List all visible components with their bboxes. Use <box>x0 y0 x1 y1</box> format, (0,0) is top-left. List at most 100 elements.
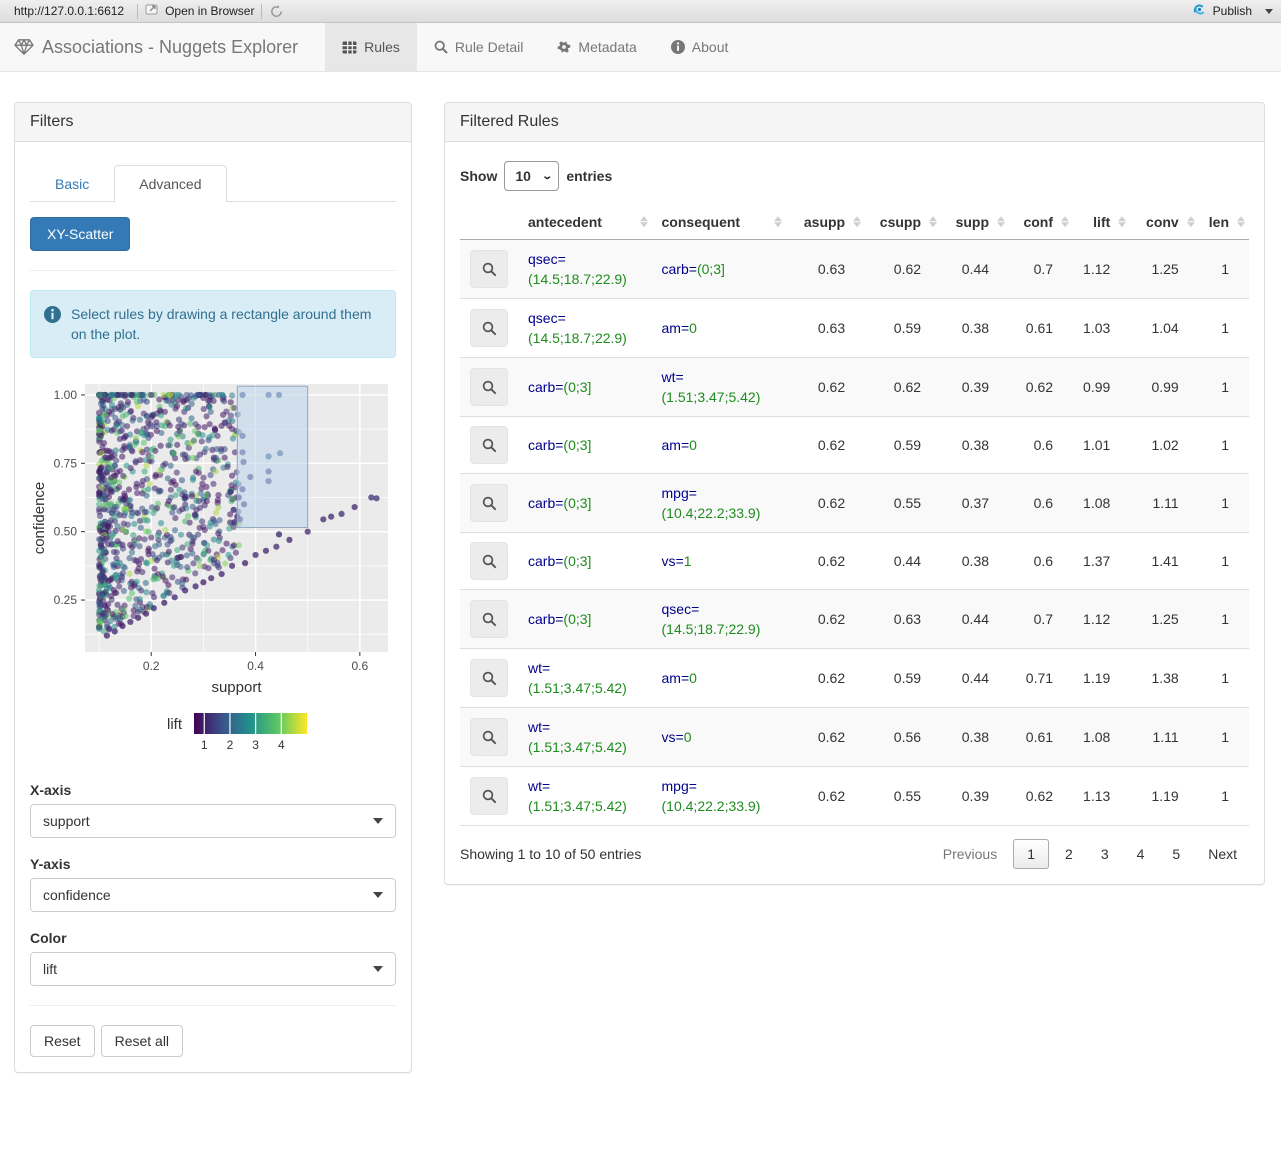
inspect-rule-button[interactable] <box>470 484 508 522</box>
tab-basic[interactable]: Basic <box>30 165 114 202</box>
supp-cell: 0.37 <box>941 473 1010 533</box>
page-button-3[interactable]: 3 <box>1089 840 1121 868</box>
conf-cell: 0.61 <box>1009 707 1074 767</box>
xy-scatter-button[interactable]: XY-Scatter <box>30 217 131 251</box>
svg-text:3: 3 <box>252 738 259 752</box>
table-row[interactable]: qsec=(14.5;18.7;22.9) am=0 0.63 0.59 0.3… <box>460 298 1249 358</box>
inspect-rule-button[interactable] <box>470 542 508 580</box>
xaxis-select[interactable]: support <box>30 804 396 838</box>
table-row[interactable]: wt=(1.51;3.47;5.42) am=0 0.62 0.59 0.44 … <box>460 648 1249 708</box>
inspect-rule-button[interactable] <box>470 309 508 347</box>
consequent-cell[interactable]: mpg=(10.4;22.2;33.9) <box>651 473 786 533</box>
table-row[interactable]: qsec=(14.5;18.7;22.9) carb=(0;3] 0.63 0.… <box>460 239 1249 299</box>
inspect-rule-button[interactable] <box>470 777 508 815</box>
search-icon <box>482 554 496 568</box>
antecedent-cell[interactable]: qsec=(14.5;18.7;22.9) <box>518 298 652 358</box>
lift-cell: 1.03 <box>1073 298 1131 358</box>
page-button-5[interactable]: 5 <box>1160 840 1192 868</box>
page-length-control: Show 10 ⌄ entries <box>460 161 1249 191</box>
antecedent-cell[interactable]: carb=(0;3] <box>518 473 652 533</box>
svg-text:1: 1 <box>201 738 208 752</box>
header-conv[interactable]: conv <box>1130 205 1199 240</box>
antecedent-cell[interactable]: carb=(0;3] <box>518 532 652 590</box>
color-select[interactable]: lift <box>30 952 396 986</box>
lift-cell: 1.01 <box>1073 416 1131 474</box>
table-row[interactable]: wt=(1.51;3.47;5.42) vs=0 0.62 0.56 0.38 … <box>460 707 1249 767</box>
antecedent-cell[interactable]: wt=(1.51;3.47;5.42) <box>518 707 652 767</box>
consequent-cell[interactable]: mpg=(10.4;22.2;33.9) <box>651 766 786 826</box>
antecedent-cell[interactable]: carb=(0;3] <box>518 589 652 649</box>
refresh-icon[interactable] <box>269 4 284 19</box>
csupp-cell: 0.62 <box>865 357 942 417</box>
header-len[interactable]: len <box>1198 205 1249 240</box>
inspect-rule-button[interactable] <box>470 368 508 406</box>
yaxis-group: Y-axis confidence <box>30 856 396 912</box>
tab-rule-detail[interactable]: Rule Detail <box>417 23 540 71</box>
header-inspect <box>460 205 518 240</box>
antecedent-cell[interactable]: qsec=(14.5;18.7;22.9) <box>518 239 652 299</box>
consequent-cell[interactable]: vs=1 <box>651 532 786 590</box>
consequent-cell[interactable]: wt=(1.51;3.47;5.42) <box>651 357 786 417</box>
reset-button[interactable]: Reset <box>30 1025 95 1057</box>
table-row[interactable]: carb=(0;3] vs=1 0.62 0.44 0.38 0.6 1.37 … <box>460 532 1249 590</box>
scatter-plot-canvas[interactable]: 0.2 0.4 0.6 0.25 0.50 0.75 1.00 support confiden… <box>30 378 394 700</box>
supp-cell: 0.44 <box>941 589 1010 649</box>
header-csupp[interactable]: csupp <box>865 205 942 240</box>
previous-page-button[interactable]: Previous <box>931 840 1009 868</box>
tab-rules[interactable]: Rules <box>325 23 417 71</box>
inspect-rule-button[interactable] <box>470 250 508 288</box>
tab-metadata[interactable]: Metadata <box>540 23 653 71</box>
table-row[interactable]: carb=(0;3] qsec=(14.5;18.7;22.9) 0.62 0.… <box>460 589 1249 649</box>
lift-cell: 0.99 <box>1073 357 1131 417</box>
consequent-cell[interactable]: qsec=(14.5;18.7;22.9) <box>651 589 786 649</box>
consequent-cell[interactable]: carb=(0;3] <box>651 239 786 299</box>
len-cell: 1 <box>1198 766 1249 826</box>
header-lift[interactable]: lift <box>1073 205 1131 240</box>
svg-text:1.00: 1.00 <box>54 388 78 402</box>
svg-text:0.4: 0.4 <box>247 659 264 673</box>
consequent-cell[interactable]: vs=0 <box>651 707 786 767</box>
search-icon <box>482 612 496 626</box>
tab-about[interactable]: About <box>654 23 746 71</box>
conv-cell: 0.99 <box>1130 357 1199 417</box>
header-asupp[interactable]: asupp <box>785 205 866 240</box>
open-in-browser-button[interactable]: Open in Browser <box>145 3 254 19</box>
header-antecedent[interactable]: antecedent <box>518 205 652 240</box>
inspect-rule-button[interactable] <box>470 600 508 638</box>
header-conf[interactable]: conf <box>1009 205 1074 240</box>
header-supp[interactable]: supp <box>941 205 1010 240</box>
page-button-2[interactable]: 2 <box>1053 840 1085 868</box>
supp-cell: 0.39 <box>941 357 1010 417</box>
table-row[interactable]: carb=(0;3] wt=(1.51;3.47;5.42) 0.62 0.62… <box>460 357 1249 417</box>
antecedent-cell[interactable]: wt=(1.51;3.47;5.42) <box>518 648 652 708</box>
inspect-rule-button[interactable] <box>470 718 508 756</box>
table-row[interactable]: carb=(0;3] am=0 0.62 0.59 0.38 0.6 1.01 … <box>460 416 1249 474</box>
filtered-rules-body: Show 10 ⌄ entries antecedent consequent … <box>445 142 1264 884</box>
inspect-rule-button[interactable] <box>470 426 508 464</box>
antecedent-cell[interactable]: wt=(1.51;3.47;5.42) <box>518 766 652 826</box>
page-button-1[interactable]: 1 <box>1013 839 1050 869</box>
consequent-cell[interactable]: am=0 <box>651 416 786 474</box>
inspect-rule-button[interactable] <box>470 659 508 697</box>
page-length-select[interactable]: 10 ⌄ <box>504 161 560 191</box>
table-row[interactable]: carb=(0;3] mpg=(10.4;22.2;33.9) 0.62 0.5… <box>460 473 1249 533</box>
toolbar-divider <box>261 3 263 19</box>
consequent-cell[interactable]: am=0 <box>651 298 786 358</box>
header-consequent[interactable]: consequent <box>651 205 786 240</box>
reset-all-button[interactable]: Reset all <box>100 1025 184 1057</box>
len-cell: 1 <box>1198 473 1249 533</box>
conf-cell: 0.6 <box>1009 416 1074 474</box>
antecedent-cell[interactable]: carb=(0;3] <box>518 357 652 417</box>
next-page-button[interactable]: Next <box>1196 840 1249 868</box>
tab-advanced[interactable]: Advanced <box>114 165 227 202</box>
scatter-plot[interactable]: 0.2 0.4 0.6 0.25 0.50 0.75 1.00 support confiden… <box>30 378 396 764</box>
sort-icon <box>639 216 648 228</box>
publish-button[interactable]: Publish <box>1191 2 1273 20</box>
page-button-4[interactable]: 4 <box>1125 840 1157 868</box>
consequent-cell[interactable]: am=0 <box>651 648 786 708</box>
yaxis-select[interactable]: confidence <box>30 878 396 912</box>
supp-cell: 0.39 <box>941 766 1010 826</box>
table-row[interactable]: wt=(1.51;3.47;5.42) mpg=(10.4;22.2;33.9)… <box>460 766 1249 826</box>
page-content: Filters Basic Advanced XY-Scatter Select… <box>0 72 1281 1113</box>
antecedent-cell[interactable]: carb=(0;3] <box>518 416 652 474</box>
